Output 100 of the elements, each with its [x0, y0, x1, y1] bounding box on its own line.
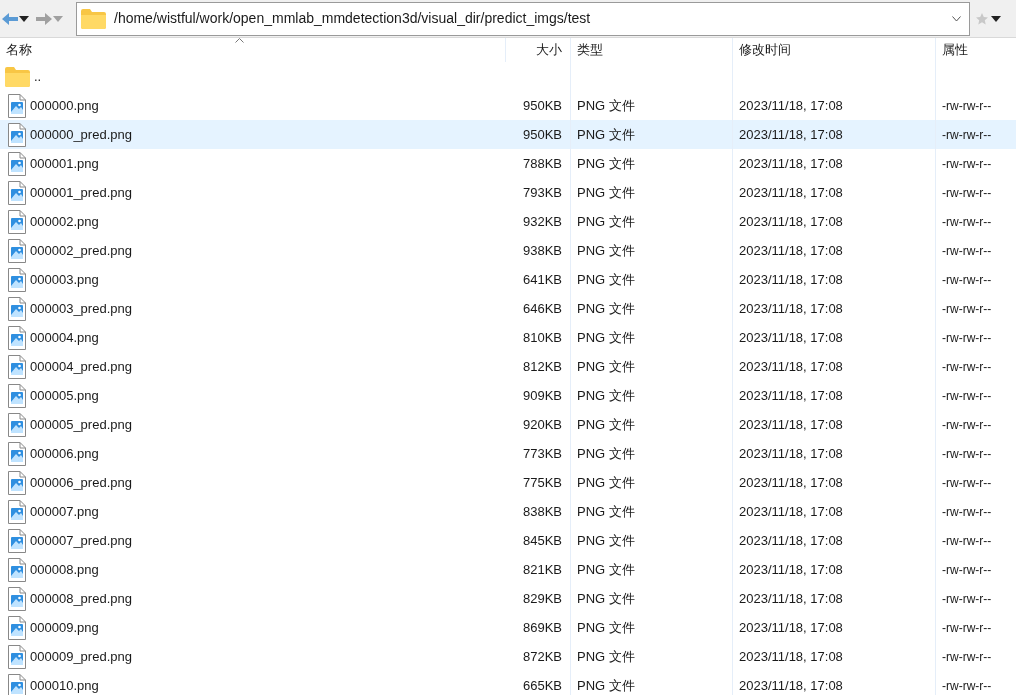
file-row[interactable]: 000000_pred.png 950KB PNG 文件 2023/11/18, 17:08 -rw-rw-r-- [0, 120, 1016, 149]
file-name: 000000_pred.png [30, 125, 132, 144]
image-file-icon [8, 499, 26, 524]
file-size: 812KB [522, 357, 562, 376]
file-attributes: -rw-rw-r-- [942, 474, 992, 492]
image-file-icon [8, 586, 26, 611]
file-row[interactable]: 000008.png 821KB PNG 文件 2023/11/18, 17:08 -rw-rw-r-- [0, 555, 1016, 584]
image-file-icon [8, 354, 26, 379]
file-type: PNG 文件 [577, 270, 635, 289]
file-attributes: -rw-rw-r-- [942, 445, 992, 463]
file-row[interactable]: 000002.png 932KB PNG 文件 2023/11/18, 17:08 -rw-rw-r-- [0, 207, 1016, 236]
file-attributes: -rw-rw-r-- [942, 503, 992, 521]
file-row[interactable]: .. [0, 62, 1016, 91]
caret-icon[interactable] [19, 15, 29, 22]
file-row[interactable]: 000009_pred.png 872KB PNG 文件 2023/11/18, 17:08 -rw-rw-r-- [0, 642, 1016, 671]
file-attributes: -rw-rw-r-- [942, 213, 992, 231]
file-name: 000003.png [30, 270, 99, 289]
file-type: PNG 文件 [577, 444, 635, 463]
file-size: 938KB [522, 241, 562, 260]
column-header[interactable]: 修改时间 [739, 40, 791, 60]
address-field[interactable]: /home/wistful/work/open_mmlab_mmdetection3d/visual_dir/predict_imgs/test [76, 1, 970, 36]
file-name: 000007.png [30, 502, 99, 521]
modified-time: 2023/11/18, 17:08 [739, 212, 843, 231]
modified-time: 2023/11/18, 17:08 [739, 154, 843, 173]
file-row[interactable]: 000003.png 641KB PNG 文件 2023/11/18, 17:08 -rw-rw-r-- [0, 265, 1016, 294]
file-attributes: -rw-rw-r-- [942, 329, 992, 347]
image-file-icon [8, 93, 26, 118]
file-size: 646KB [522, 299, 562, 318]
file-type: PNG 文件 [577, 299, 635, 318]
file-type: PNG 文件 [577, 415, 635, 434]
file-row[interactable]: 000007_pred.png 845KB PNG 文件 2023/11/18, 17:08 -rw-rw-r-- [0, 526, 1016, 555]
file-row[interactable]: 000003_pred.png 646KB PNG 文件 2023/11/18, 17:08 -rw-rw-r-- [0, 294, 1016, 323]
file-row[interactable]: 000001.png 788KB PNG 文件 2023/11/18, 17:08 -rw-rw-r-- [0, 149, 1016, 178]
file-size: 909KB [522, 386, 562, 405]
file-attributes: -rw-rw-r-- [942, 97, 992, 115]
image-file-icon [8, 122, 26, 147]
forward-arrow-icon[interactable] [36, 11, 52, 26]
column-header[interactable]: 属性 [942, 40, 968, 60]
modified-time: 2023/11/18, 17:08 [739, 96, 843, 115]
caret-icon[interactable] [991, 15, 1001, 22]
file-name: 000001_pred.png [30, 183, 132, 202]
file-size: 950KB [522, 125, 562, 144]
column-header[interactable]: 名称 [6, 40, 32, 60]
file-row[interactable]: 000009.png 869KB PNG 文件 2023/11/18, 17:08 -rw-rw-r-- [0, 613, 1016, 642]
image-file-icon [8, 470, 26, 495]
file-size: 665KB [522, 676, 562, 695]
file-type: PNG 文件 [577, 676, 635, 695]
folder-icon [5, 66, 30, 87]
file-type: PNG 文件 [577, 357, 635, 376]
file-row[interactable]: 000006.png 773KB PNG 文件 2023/11/18, 17:08 -rw-rw-r-- [0, 439, 1016, 468]
file-row[interactable]: 000004_pred.png 812KB PNG 文件 2023/11/18, 17:08 -rw-rw-r-- [0, 352, 1016, 381]
modified-time: 2023/11/18, 17:08 [739, 444, 843, 463]
file-size: 838KB [522, 502, 562, 521]
file-row[interactable]: 000008_pred.png 829KB PNG 文件 2023/11/18, 17:08 -rw-rw-r-- [0, 584, 1016, 613]
image-file-icon [8, 528, 26, 553]
file-name: 000003_pred.png [30, 299, 132, 318]
file-size: 932KB [522, 212, 562, 231]
file-row[interactable]: 000006_pred.png 775KB PNG 文件 2023/11/18, 17:08 -rw-rw-r-- [0, 468, 1016, 497]
file-size: 869KB [522, 618, 562, 637]
file-row[interactable]: 000004.png 810KB PNG 文件 2023/11/18, 17:08 -rw-rw-r-- [0, 323, 1016, 352]
file-name: 000005.png [30, 386, 99, 405]
file-row[interactable]: 000010.png 665KB PNG 文件 2023/11/18, 17:08 -rw-rw-r-- [0, 671, 1016, 695]
file-size: 810KB [522, 328, 562, 347]
path-text: /home/wistful/work/open_mmlab_mmdetection3d/visual_dir/predict_imgs/test [114, 9, 592, 28]
image-file-icon [8, 151, 26, 176]
file-row[interactable]: 000001_pred.png 793KB PNG 文件 2023/11/18, 17:08 -rw-rw-r-- [0, 178, 1016, 207]
file-attributes: -rw-rw-r-- [942, 590, 992, 608]
column-header[interactable]: 大小 [536, 40, 562, 60]
file-name: 000006.png [30, 444, 99, 463]
file-row[interactable]: 000005.png 909KB PNG 文件 2023/11/18, 17:08 -rw-rw-r-- [0, 381, 1016, 410]
modified-time: 2023/11/18, 17:08 [739, 125, 843, 144]
modified-time: 2023/11/18, 17:08 [739, 589, 843, 608]
file-type: PNG 文件 [577, 589, 635, 608]
file-size: 821KB [522, 560, 562, 579]
file-row[interactable]: 000007.png 838KB PNG 文件 2023/11/18, 17:08 -rw-rw-r-- [0, 497, 1016, 526]
image-file-icon [8, 238, 26, 263]
dropdown-chevron-icon[interactable] [952, 15, 961, 22]
file-row[interactable]: 000005_pred.png 920KB PNG 文件 2023/11/18, 17:08 -rw-rw-r-- [0, 410, 1016, 439]
image-file-icon [8, 644, 26, 669]
file-size: 775KB [522, 473, 562, 492]
file-type: PNG 文件 [577, 241, 635, 260]
image-file-icon [8, 180, 26, 205]
file-type: PNG 文件 [577, 328, 635, 347]
file-name: 000005_pred.png [30, 415, 132, 434]
file-size: 872KB [522, 647, 562, 666]
file-name: 000004_pred.png [30, 357, 132, 376]
column-header[interactable]: 类型 [577, 40, 603, 60]
file-row[interactable]: 000002_pred.png 938KB PNG 文件 2023/11/18, 17:08 -rw-rw-r-- [0, 236, 1016, 265]
file-size: 950KB [522, 96, 562, 115]
file-type: PNG 文件 [577, 531, 635, 550]
file-name: 000000.png [30, 96, 99, 115]
modified-time: 2023/11/18, 17:08 [739, 241, 843, 260]
modified-time: 2023/11/18, 17:08 [739, 560, 843, 579]
file-attributes: -rw-rw-r-- [942, 126, 992, 144]
file-attributes: -rw-rw-r-- [942, 184, 992, 202]
file-attributes: -rw-rw-r-- [942, 561, 992, 579]
file-attributes: -rw-rw-r-- [942, 416, 992, 434]
modified-time: 2023/11/18, 17:08 [739, 357, 843, 376]
star-icon[interactable] [976, 12, 988, 25]
image-file-icon [8, 441, 26, 466]
